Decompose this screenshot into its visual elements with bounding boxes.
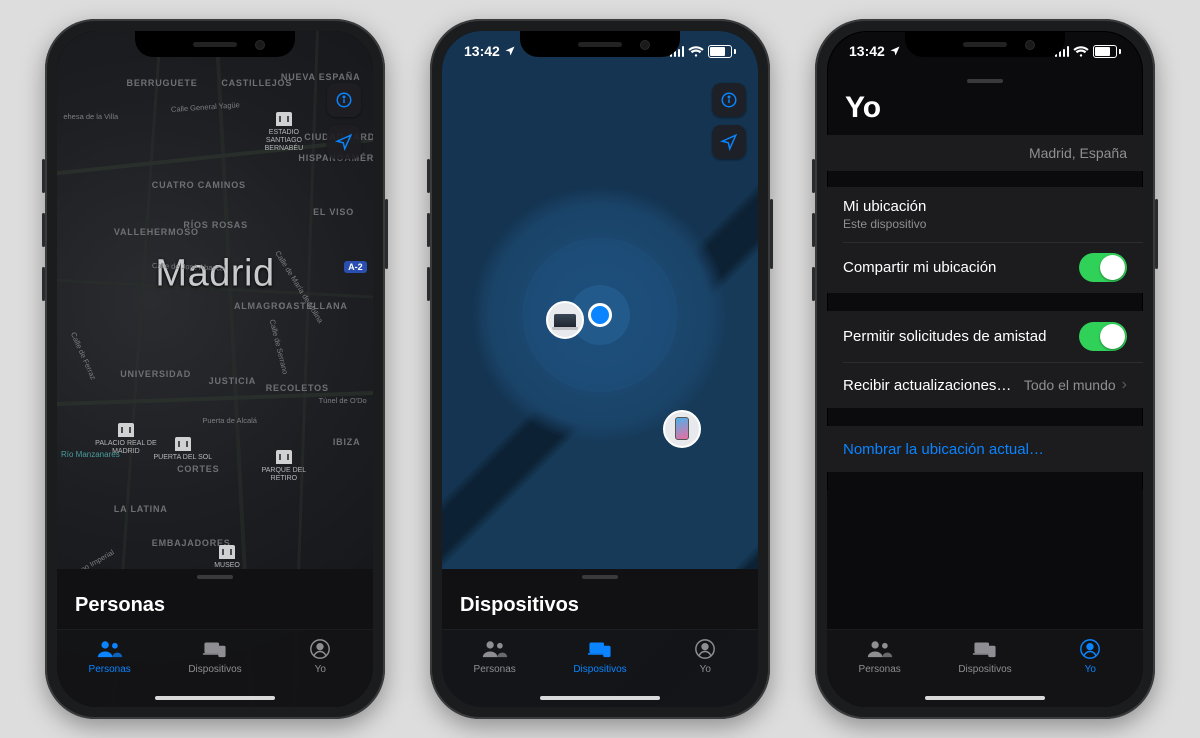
district-label: NUEVA ESPAÑA xyxy=(281,72,360,82)
map-info-button[interactable] xyxy=(712,83,746,117)
tab-yo[interactable]: Yo xyxy=(268,638,372,675)
tab-bar: Personas Dispositivos Yo xyxy=(57,629,373,707)
district-label: BERRUGUETE xyxy=(127,78,198,88)
home-indicator[interactable] xyxy=(155,696,275,700)
row-share-location[interactable]: Compartir mi ubicación xyxy=(827,242,1143,293)
screen-personas: Madrid BERRUGUETE CASTILLEJOS NUEVA ESPA… xyxy=(57,31,373,707)
me-icon xyxy=(1077,638,1103,660)
tab-personas[interactable]: Personas xyxy=(443,638,547,675)
sheet-grabber[interactable] xyxy=(967,79,1003,83)
screen-yo: 13:42 Yo Madrid, España xyxy=(827,31,1143,707)
sheet-title: Personas xyxy=(75,594,165,617)
row-friend-requests[interactable]: Permitir solicitudes de amistad xyxy=(827,311,1143,362)
tab-dispositivos[interactable]: Dispositivos xyxy=(933,638,1037,675)
location-services-icon xyxy=(504,45,516,57)
tab-personas[interactable]: Personas xyxy=(58,638,162,675)
district-label: UNIVERSIDAD xyxy=(120,369,191,379)
tab-yo[interactable]: Yo xyxy=(653,638,757,675)
map-locate-button[interactable] xyxy=(712,125,746,159)
poi-puerta-sol: PUERTA DEL SOL xyxy=(152,437,214,462)
device-pin-iphone[interactable] xyxy=(663,410,701,448)
row-name-location[interactable]: Nombrar la ubicación actual… xyxy=(827,426,1143,472)
home-indicator[interactable] xyxy=(540,696,660,700)
poi-retiro: PARQUE DEL RETIRO xyxy=(253,450,315,483)
location-services-icon xyxy=(889,45,901,57)
user-location-dot[interactable] xyxy=(588,303,612,327)
district-label: EL VISO xyxy=(313,207,354,217)
tab-bar: Personas Dispositivos Yo xyxy=(827,629,1143,707)
district-label: CUATRO CAMINOS xyxy=(152,180,246,190)
phone-2: 13:42 xyxy=(430,19,770,719)
people-icon xyxy=(482,638,508,660)
chevron-right-icon: › xyxy=(1122,376,1127,394)
macbook-icon xyxy=(554,314,576,327)
bottom-sheet[interactable]: Personas xyxy=(57,569,373,629)
city-label: Madrid xyxy=(155,253,274,296)
screen-dispositivos: 13:42 xyxy=(442,31,758,707)
people-icon xyxy=(867,638,893,660)
status-time: 13:42 xyxy=(464,43,500,59)
devices-icon xyxy=(587,638,613,660)
devices-icon xyxy=(972,638,998,660)
tab-personas[interactable]: Personas xyxy=(828,638,932,675)
map-info-button[interactable] xyxy=(327,83,361,117)
district-label: VALLEHERMOSO xyxy=(114,227,199,237)
road-shield-a2: A-2 xyxy=(344,261,367,273)
poi-bernabeu: ESTADIO SANTIAGO BERNABÉU xyxy=(253,112,315,153)
location-summary: Madrid, España xyxy=(827,135,1143,171)
friend-requests-toggle[interactable] xyxy=(1079,322,1127,351)
district-label: RECOLETOS xyxy=(266,383,329,393)
map-locate-button[interactable] xyxy=(327,125,361,159)
street-label: Puerta de Alcalá xyxy=(202,416,257,425)
wifi-icon xyxy=(688,45,704,57)
street-label: ehesa de la Villa xyxy=(63,112,118,121)
notch xyxy=(520,31,680,57)
sheet-grabber[interactable] xyxy=(582,575,618,579)
page-title: Yo xyxy=(845,91,1143,125)
district-label: JUSTICIA xyxy=(209,376,256,386)
me-icon xyxy=(692,638,718,660)
status-time: 13:42 xyxy=(849,43,885,59)
tab-dispositivos[interactable]: Dispositivos xyxy=(548,638,652,675)
sheet-title: Dispositivos xyxy=(460,594,579,617)
share-location-toggle[interactable] xyxy=(1079,253,1127,282)
devices-icon xyxy=(202,638,228,660)
wifi-icon xyxy=(1073,45,1089,57)
battery-icon xyxy=(1093,45,1121,58)
phone-3: 13:42 Yo Madrid, España xyxy=(815,19,1155,719)
notch xyxy=(905,31,1065,57)
tab-bar: Personas Dispositivos Yo xyxy=(442,629,758,707)
people-icon xyxy=(97,638,123,660)
district-label: IBIZA xyxy=(333,437,361,447)
phone-1: Madrid BERRUGUETE CASTILLEJOS NUEVA ESPA… xyxy=(45,19,385,719)
row-receive-updates[interactable]: Recibir actualizaciones… Todo el mundo › xyxy=(827,362,1143,408)
sheet-grabber[interactable] xyxy=(197,575,233,579)
tab-yo[interactable]: Yo xyxy=(1038,638,1142,675)
street-label: Túnel de O'Do xyxy=(319,396,367,405)
district-label: LA LATINA xyxy=(114,504,168,514)
row-my-location[interactable]: Mi ubicación Este dispositivo xyxy=(827,187,1143,242)
notch xyxy=(135,31,295,57)
battery-icon xyxy=(708,45,736,58)
home-indicator[interactable] xyxy=(925,696,1045,700)
me-icon xyxy=(307,638,333,660)
iphone-icon xyxy=(675,417,689,440)
river-label: Río Manzanares xyxy=(61,450,120,459)
district-label: CORTES xyxy=(177,464,219,474)
tab-dispositivos[interactable]: Dispositivos xyxy=(163,638,267,675)
bottom-sheet[interactable]: Dispositivos xyxy=(442,569,758,629)
